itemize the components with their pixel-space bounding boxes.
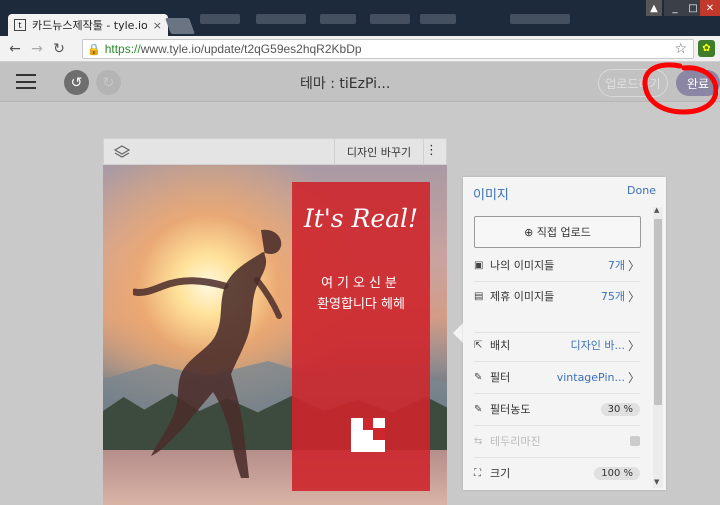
close-icon[interactable]: × xyxy=(153,19,162,32)
address-bar: ← → ↻ 🔒 https://www.tyle.io/update/t2qG5… xyxy=(0,36,720,62)
divider xyxy=(474,457,640,458)
row-label: 제휴 이미지들 xyxy=(490,290,555,303)
gallery-icon: ▤ xyxy=(474,290,484,302)
my-images-row[interactable]: ▣ 나의 이미지들 7개 〉 xyxy=(474,255,640,275)
card-subtext-line1[interactable]: 여기오신분 xyxy=(292,272,430,291)
undo-button[interactable]: ↺ xyxy=(64,70,89,95)
upload-button[interactable]: 업로드하기 xyxy=(598,69,668,97)
minimize-button[interactable]: _ xyxy=(664,0,686,16)
chevron-right-icon: 〉 xyxy=(627,370,640,385)
row-value: 7개 xyxy=(607,259,625,272)
layers-icon[interactable] xyxy=(114,144,130,160)
blurred-taskbar-item xyxy=(256,14,306,24)
browser-tab-bar: t 카드뉴스제작툴 - tyle.io × ▲ _ □ ✕ xyxy=(0,0,720,36)
back-button[interactable]: ← xyxy=(4,41,26,57)
row-label: 테두리마진 xyxy=(490,435,541,448)
image-icon: ▣ xyxy=(474,259,484,271)
partner-images-row[interactable]: ▤ 제휴 이미지들 75개 〉 xyxy=(474,286,640,306)
blurred-taskbar-item xyxy=(510,14,570,24)
divider xyxy=(474,393,640,394)
row-label: 크기 xyxy=(490,467,511,480)
window-close-button[interactable]: ✕ xyxy=(700,0,720,16)
document-title: 테마 : tiEzPi... xyxy=(300,76,391,92)
layout-row[interactable]: ⇱ 배치 디자인 바... 〉 xyxy=(474,335,640,355)
chevron-right-icon: 〉 xyxy=(627,289,640,304)
url-input[interactable]: 🔒 https://www.tyle.io/update/t2qG59es2hq… xyxy=(82,39,694,59)
maximize-button[interactable]: □ xyxy=(686,0,700,16)
scroll-up-icon[interactable]: ▲ xyxy=(654,206,659,214)
change-design-button[interactable]: 디자인 바꾸기 xyxy=(334,139,424,164)
reload-button[interactable]: ↻ xyxy=(48,41,70,57)
divider xyxy=(474,281,640,282)
size-value[interactable]: 100 % xyxy=(594,466,640,480)
row-value: 디자인 바... xyxy=(570,339,625,352)
border-margin-icon: ⇆ xyxy=(474,435,483,447)
divider xyxy=(474,361,640,362)
image-settings-panel: 이미지 Done ⊕ 직접 업로드 ▣ 나의 이미지들 7개 〉 ▤ 제휴 이미… xyxy=(463,177,666,490)
row-label: 필터농도 xyxy=(490,403,531,416)
menu-icon[interactable] xyxy=(16,74,36,89)
card-subtext-line2[interactable]: 환영합니다 헤헤 xyxy=(292,293,430,312)
panel-done-button[interactable]: Done xyxy=(627,184,656,197)
url-scheme: https:// xyxy=(104,42,141,56)
filter-wand-icon: ✎ xyxy=(474,371,483,383)
chevron-right-icon: 〉 xyxy=(627,258,640,273)
blurred-taskbar-item xyxy=(370,14,410,24)
blurred-taskbar-item xyxy=(200,14,240,24)
row-value: 75개 xyxy=(600,290,625,303)
tab-title: 카드뉴스제작툴 - tyle.io xyxy=(32,19,147,32)
filter-wand-icon: ✎ xyxy=(474,403,483,415)
direct-upload-button[interactable]: ⊕ 직접 업로드 xyxy=(474,216,641,248)
divider xyxy=(474,332,640,333)
extension-icon[interactable]: ✿ xyxy=(698,40,715,57)
divider xyxy=(474,425,640,426)
blurred-taskbar-item xyxy=(320,14,356,24)
row-label: 나의 이미지들 xyxy=(490,259,555,272)
new-tab-button[interactable] xyxy=(165,18,195,34)
filter-row[interactable]: ✎ 필터 vintagePin... 〉 xyxy=(474,367,640,387)
tray-icon[interactable]: ▲ xyxy=(646,0,662,16)
filter-strength-row[interactable]: ✎ 필터농도 30 % xyxy=(474,399,640,419)
card-header: 디자인 바꾸기 ⋮ xyxy=(103,138,447,165)
row-label: 필터 xyxy=(490,371,511,384)
done-button[interactable]: 완료 xyxy=(676,70,720,96)
layout-icon: ⇱ xyxy=(474,339,483,351)
text-box[interactable]: It's Real! 여기오신분 환영합니다 헤헤 xyxy=(292,182,430,491)
dancer-silhouette xyxy=(133,229,282,478)
logo-icon xyxy=(351,418,385,452)
border-margin-row[interactable]: ⇆ 테두리마진 xyxy=(474,431,640,451)
border-margin-toggle[interactable] xyxy=(630,436,640,446)
panel-title: 이미지 xyxy=(473,188,509,203)
app-toolbar: ↺ ↻ 테마 : tiEzPi... 업로드하기 완료 xyxy=(0,62,720,102)
scroll-down-icon[interactable]: ▼ xyxy=(654,478,659,486)
url-path: www.tyle.io/update/t2qG59es2hqR2KbDp xyxy=(140,42,362,56)
scrollbar-thumb[interactable] xyxy=(654,219,662,405)
resize-icon: ⛶ xyxy=(474,467,481,479)
filter-strength-value[interactable]: 30 % xyxy=(600,402,640,416)
more-icon[interactable]: ⋮ xyxy=(425,143,438,158)
row-value: vintagePin... xyxy=(556,370,625,384)
size-row[interactable]: ⛶ 크기 100 % xyxy=(474,463,640,483)
tyle-favicon-icon: t xyxy=(14,19,26,31)
row-label: 배치 xyxy=(490,339,511,352)
card-canvas[interactable]: It's Real! 여기오신분 환영합니다 헤헤 xyxy=(103,165,447,505)
forward-button[interactable]: → xyxy=(26,41,48,57)
browser-tab[interactable]: t 카드뉴스제작툴 - tyle.io × xyxy=(8,14,168,36)
redo-button[interactable]: ↻ xyxy=(96,70,121,95)
bookmark-star-icon[interactable]: ☆ xyxy=(674,41,687,57)
chevron-right-icon: 〉 xyxy=(627,338,640,353)
card-headline[interactable]: It's Real! xyxy=(292,204,430,233)
blurred-taskbar-item xyxy=(420,14,456,24)
lock-icon: 🔒 xyxy=(87,42,101,56)
